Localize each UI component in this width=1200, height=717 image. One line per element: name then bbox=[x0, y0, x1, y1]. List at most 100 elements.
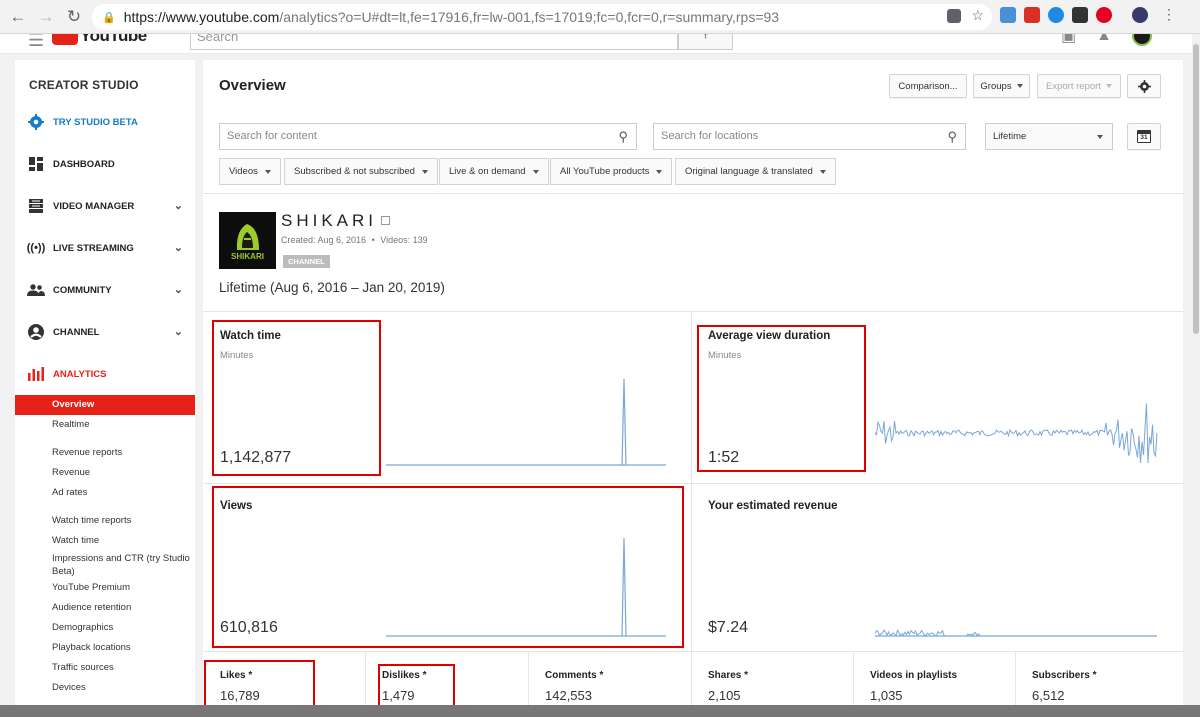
chevron-down-icon[interactable]: ⌄ bbox=[174, 283, 183, 296]
browser-menu-icon[interactable]: ⋮ bbox=[1162, 6, 1176, 23]
page-title: Overview bbox=[219, 77, 286, 94]
channel-avatar[interactable]: SHIKARI bbox=[219, 212, 276, 269]
sidebar-subitem-revenue[interactable]: Revenue bbox=[15, 463, 195, 483]
filter-label: Subscribed & not subscribed bbox=[294, 166, 415, 177]
url-path: /analytics?o=U#dt=lt,fe=17916,fr=lw-001,… bbox=[279, 9, 780, 25]
videos-in-playlists-value: 1,035 bbox=[870, 688, 903, 703]
shares-value: 2,105 bbox=[708, 688, 741, 703]
calendar-button[interactable]: 31 bbox=[1127, 123, 1161, 150]
highlight-likes bbox=[204, 660, 315, 709]
chevron-down-icon[interactable]: ⌄ bbox=[174, 241, 183, 254]
sidebar-subitem-playback-locations[interactable]: Playback locations bbox=[15, 638, 195, 658]
metric-separator bbox=[528, 651, 529, 710]
date-range-select[interactable]: Lifetime bbox=[985, 123, 1113, 150]
highlight-watch-time bbox=[212, 320, 381, 476]
channel-created: Created: Aug 6, 2016 bbox=[281, 235, 367, 245]
sidebar-subitem-traffic-sources[interactable]: Traffic sources bbox=[15, 658, 195, 678]
translate-icon[interactable] bbox=[947, 8, 962, 23]
settings-button[interactable] bbox=[1127, 74, 1161, 98]
export-report-button[interactable]: Export report bbox=[1037, 74, 1121, 98]
avg-view-duration-sparkline bbox=[874, 403, 1158, 464]
divider bbox=[203, 651, 1183, 652]
sidebar-item-live-streaming[interactable]: ((•)) LIVE STREAMING ⌄ bbox=[15, 227, 195, 269]
channel-avatar-text: SHIKARI bbox=[231, 252, 264, 261]
sidebar-subitem-impressions-ctr[interactable]: Impressions and CTR (try Studio Beta) bbox=[15, 551, 195, 578]
card-separator bbox=[691, 311, 692, 651]
upload-icon[interactable]: ▣ bbox=[1061, 34, 1076, 46]
subscribers-label: Subscribers * bbox=[1032, 670, 1097, 681]
highlight-views bbox=[212, 486, 684, 648]
hamburger-menu-icon[interactable]: ☰ bbox=[28, 34, 44, 51]
extension-flag-icon[interactable] bbox=[1072, 6, 1088, 23]
search-locations-input[interactable]: Search for locations ⚲ bbox=[653, 123, 966, 150]
channel-name[interactable]: SHIKARI bbox=[281, 211, 377, 231]
chevron-down-icon[interactable]: ⌄ bbox=[174, 325, 183, 338]
filter-videos[interactable]: Videos bbox=[219, 158, 281, 185]
youtube-search-button[interactable]: ⚲ bbox=[678, 34, 733, 50]
calendar-icon: 31 bbox=[1137, 130, 1151, 143]
community-icon bbox=[27, 282, 45, 298]
sidebar-item-label: VIDEO MANAGER bbox=[53, 200, 135, 212]
channel-badge: CHANNEL bbox=[283, 255, 330, 268]
sidebar-subitem-audience-retention[interactable]: Audience retention bbox=[15, 598, 195, 618]
sidebar-subitem-overview[interactable]: Overview bbox=[15, 395, 195, 415]
sidebar-subitem-youtube-premium[interactable]: YouTube Premium bbox=[15, 578, 195, 598]
revenue-value: $7.24 bbox=[708, 619, 749, 636]
youtube-logo[interactable]: YouTube bbox=[52, 34, 147, 46]
sidebar-subitem-demographics[interactable]: Demographics bbox=[15, 618, 195, 638]
search-icon[interactable]: ⚲ bbox=[618, 129, 628, 145]
revenue-sparkline bbox=[874, 628, 1157, 637]
external-link-icon[interactable] bbox=[381, 216, 390, 225]
page-scrollbar[interactable] bbox=[1192, 34, 1200, 717]
sidebar-item-dashboard[interactable]: DASHBOARD bbox=[15, 143, 195, 185]
divider bbox=[203, 193, 1183, 194]
sidebar-item-analytics[interactable]: ANALYTICS bbox=[15, 353, 195, 395]
youtube-search-input[interactable]: Search bbox=[190, 34, 678, 50]
search-content-input[interactable]: Search for content ⚲ bbox=[219, 123, 637, 150]
filter-live-on-demand[interactable]: Live & on demand bbox=[439, 158, 549, 185]
sidebar-item-community[interactable]: COMMUNITY ⌄ bbox=[15, 269, 195, 311]
sidebar-item-try-studio-beta[interactable]: TRY STUDIO BETA bbox=[15, 101, 195, 143]
divider bbox=[203, 311, 1183, 312]
extension-download-blue-icon[interactable] bbox=[1048, 6, 1064, 23]
chevron-down-icon[interactable]: ⌄ bbox=[174, 199, 183, 212]
date-range-value: Lifetime bbox=[993, 131, 1027, 142]
comparison-button[interactable]: Comparison... bbox=[889, 74, 967, 98]
caret-down-icon bbox=[264, 169, 271, 174]
url-host: https://www.youtube.com bbox=[123, 9, 280, 25]
live-streaming-icon: ((•)) bbox=[26, 242, 46, 254]
dashboard-icon bbox=[27, 156, 45, 172]
sidebar-subitem-ad-rates[interactable]: Ad rates bbox=[15, 483, 195, 503]
highlight-avg-view-duration bbox=[697, 325, 866, 472]
sidebar-item-video-manager[interactable]: VIDEO MANAGER ⌄ bbox=[15, 185, 195, 227]
pinterest-icon[interactable] bbox=[1096, 6, 1112, 23]
metric-separator bbox=[691, 651, 692, 710]
calendar-day: 31 bbox=[1138, 134, 1150, 142]
notifications-bell-icon[interactable]: ▲ bbox=[1096, 34, 1112, 45]
scrollbar-thumb[interactable] bbox=[1193, 44, 1199, 334]
bookmark-star-icon[interactable]: ☆ bbox=[971, 7, 984, 24]
groups-button[interactable]: Groups bbox=[973, 74, 1030, 98]
search-icon[interactable]: ⚲ bbox=[947, 129, 957, 145]
extension-tff-icon[interactable] bbox=[1000, 6, 1016, 23]
extension-download-red-icon[interactable] bbox=[1024, 6, 1040, 23]
browser-toolbar: ← → ↻ 🔒 https://www.youtube.com /analyti… bbox=[0, 0, 1200, 34]
youtube-header: ☰ YouTube Search ⚲ ▣ ▲ bbox=[0, 34, 1200, 54]
sidebar-subitem-devices[interactable]: Devices bbox=[15, 678, 195, 698]
sidebar-item-channel[interactable]: CHANNEL ⌄ bbox=[15, 311, 195, 353]
forward-icon[interactable]: → bbox=[32, 3, 60, 31]
reload-icon[interactable]: ↻ bbox=[60, 3, 88, 31]
profile-avatar-icon[interactable] bbox=[1132, 6, 1148, 23]
sidebar-subitem-realtime[interactable]: Realtime bbox=[15, 415, 195, 435]
filter-youtube-products[interactable]: All YouTube products bbox=[550, 158, 673, 185]
meta-separator: • bbox=[371, 235, 375, 245]
back-icon[interactable]: ← bbox=[4, 3, 32, 31]
filter-label: Live & on demand bbox=[449, 166, 526, 177]
account-avatar[interactable] bbox=[1132, 34, 1152, 46]
address-bar[interactable]: 🔒 https://www.youtube.com /analytics?o=U… bbox=[92, 4, 992, 30]
sidebar-subitem-watch-time[interactable]: Watch time bbox=[15, 531, 195, 551]
filter-language[interactable]: Original language & translated bbox=[675, 158, 836, 185]
sidebar-subitem-revenue-reports[interactable]: Revenue reports bbox=[15, 443, 195, 463]
sidebar-subitem-watch-time-reports[interactable]: Watch time reports bbox=[15, 511, 195, 531]
filter-subscribed[interactable]: Subscribed & not subscribed bbox=[284, 158, 438, 185]
